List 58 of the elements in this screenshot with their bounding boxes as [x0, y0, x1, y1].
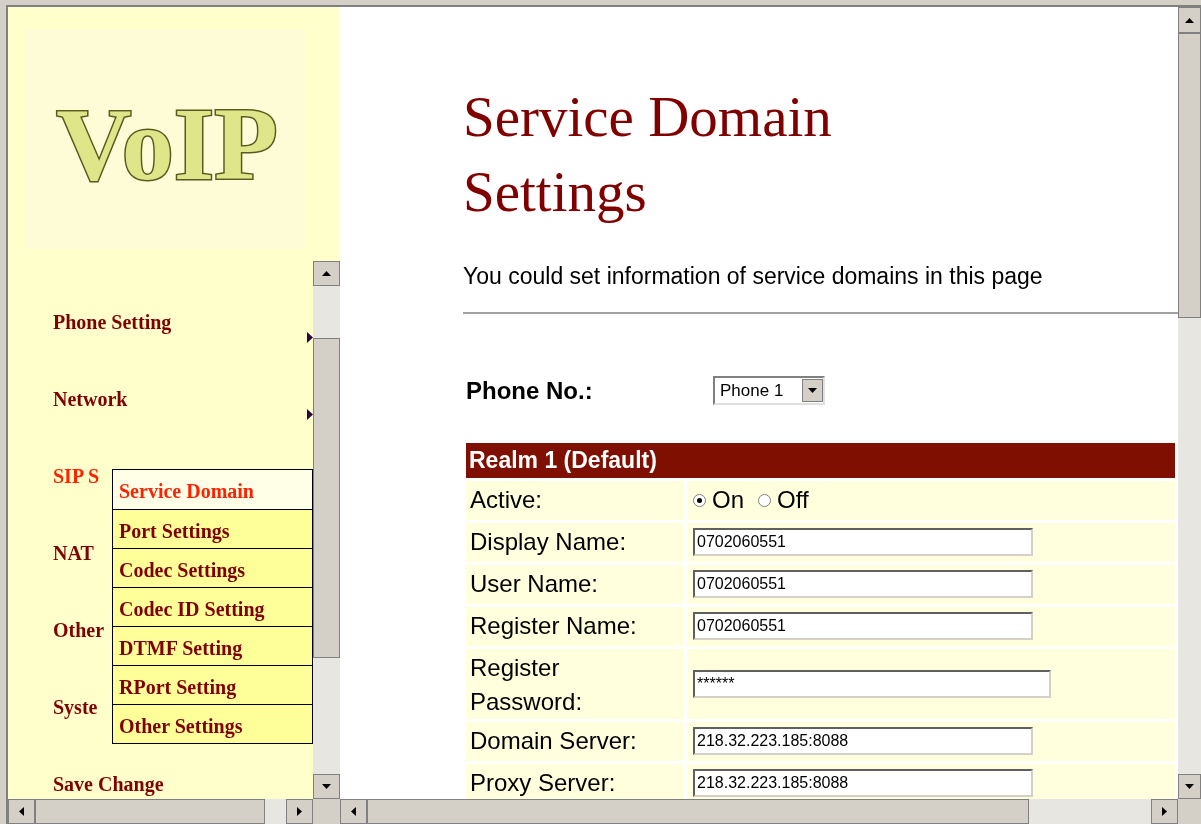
text-field[interactable]: 218.32.223.185:8088 [693, 727, 1033, 755]
scroll-left-button[interactable] [8, 799, 35, 824]
section-header: Realm 1 (Default) [466, 442, 1175, 478]
scrollbar-corner [313, 799, 340, 824]
text-field[interactable]: 0702060551 [693, 570, 1033, 598]
menu-item[interactable]: SIP S [53, 465, 100, 487]
scrollbar[interactable] [8, 799, 340, 824]
up-arrow-icon [322, 271, 331, 276]
field-label: User Name: [466, 564, 683, 604]
field-label: Display Name: [466, 522, 683, 562]
scrollbar[interactable] [1178, 7, 1201, 799]
scroll-up-button[interactable] [1178, 7, 1201, 33]
right-arrow-icon [297, 807, 302, 816]
left-arrow-icon [351, 807, 356, 816]
scroll-down-button[interactable] [313, 774, 340, 799]
scroll-right-button[interactable] [1151, 799, 1178, 824]
scroll-left-button[interactable] [340, 799, 367, 824]
scrollbar[interactable] [313, 261, 340, 799]
phone-no-label: Phone No.: [465, 375, 594, 406]
menu-item[interactable]: Other [53, 619, 105, 641]
scroll-up-button[interactable] [313, 261, 340, 286]
password-field[interactable]: ****** [693, 669, 1051, 698]
menu-item[interactable]: Network [53, 388, 128, 410]
right-arrow-icon [1162, 807, 1167, 816]
intro-text: You could set information of service domains in this page [463, 262, 1044, 291]
field-label: Register Name: [466, 606, 683, 646]
scroll-down-button[interactable] [1178, 774, 1201, 799]
radio-button[interactable] [758, 493, 771, 507]
down-arrow-icon [322, 784, 331, 789]
text-field[interactable]: 0702060551 [693, 528, 1033, 556]
menu-item[interactable]: Save Change [53, 773, 164, 795]
field-label: Register Password: [466, 648, 683, 719]
field-label: Active: [466, 480, 683, 520]
scroll-thumb[interactable] [367, 799, 1029, 824]
down-arrow-icon [1185, 784, 1194, 789]
logo: VoIP [25, 29, 305, 249]
scrollbar[interactable] [340, 799, 1201, 824]
field-label: Domain Server: [466, 721, 683, 761]
radio-option[interactable]: Off [758, 482, 809, 518]
radio-button[interactable] [693, 493, 706, 507]
scroll-thumb[interactable] [35, 799, 265, 824]
dropdown-arrow-icon [808, 388, 817, 393]
field-label: Proxy Server: [466, 763, 683, 799]
menu-item[interactable]: Syste [53, 696, 98, 718]
phone-select[interactable]: Phone 1 [713, 376, 825, 405]
scrollbar-corner [1178, 799, 1201, 824]
scroll-thumb[interactable] [1178, 33, 1201, 318]
menu-item[interactable]: NAT [53, 542, 94, 564]
text-field[interactable]: 218.32.223.185:8088 [693, 769, 1033, 797]
scroll-right-button[interactable] [286, 799, 313, 824]
scroll-thumb[interactable] [313, 338, 340, 658]
page-title: Service Domain Settings [463, 84, 833, 225]
text-field[interactable]: 0702060551 [693, 612, 1033, 640]
radio-option[interactable]: On [693, 482, 744, 518]
up-arrow-icon [1185, 17, 1194, 23]
submenu-item[interactable]: Service Domain [113, 470, 312, 509]
left-arrow-icon [19, 807, 24, 816]
menu-item[interactable]: Phone Setting [53, 311, 172, 333]
